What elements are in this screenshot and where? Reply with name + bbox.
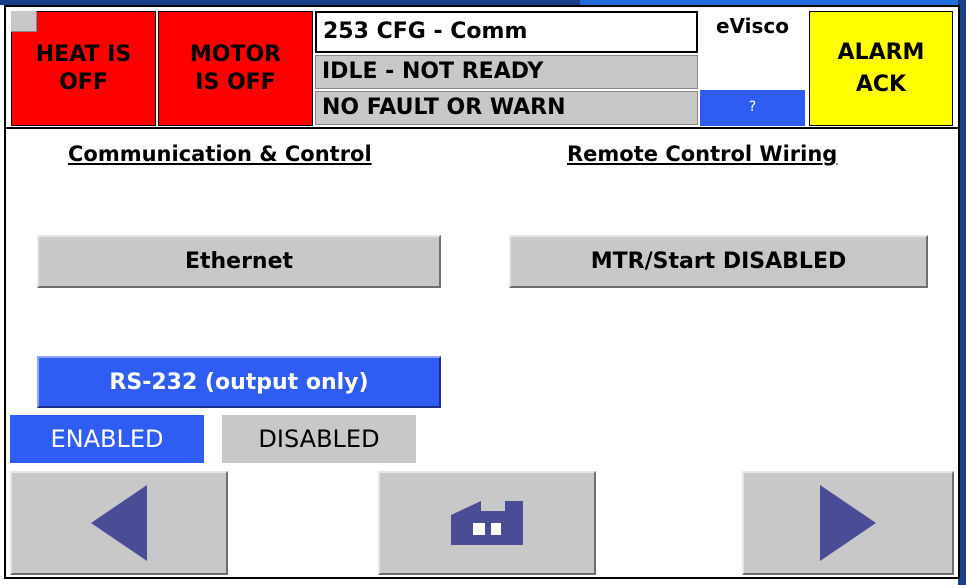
- alarm-ack-label: ALARM ACK: [837, 39, 925, 97]
- home-button[interactable]: [378, 471, 596, 575]
- disabled-toggle[interactable]: DISABLED: [222, 415, 416, 463]
- header-divider: [6, 127, 958, 129]
- remote-wiring-heading: Remote Control Wiring: [567, 142, 838, 166]
- disabled-label: DISABLED: [258, 425, 380, 453]
- rs232-label: RS-232 (output only): [109, 369, 369, 395]
- rs232-button[interactable]: RS-232 (output only): [37, 356, 441, 408]
- fault-status: NO FAULT OR WARN: [315, 91, 698, 125]
- ethernet-button[interactable]: Ethernet: [37, 235, 441, 288]
- motor-status-button[interactable]: MOTOR IS OFF: [158, 11, 313, 126]
- machine-state: IDLE - NOT READY: [315, 55, 698, 89]
- communication-heading: Communication & Control: [68, 142, 372, 166]
- motor-status-label: MOTOR IS OFF: [189, 41, 282, 95]
- previous-button[interactable]: [10, 471, 228, 575]
- motor-start-button[interactable]: MTR/Start DISABLED: [509, 235, 928, 288]
- help-button[interactable]: ?: [700, 90, 805, 126]
- corner-marker: [11, 11, 37, 32]
- ethernet-label: Ethernet: [184, 249, 294, 274]
- alarm-ack-button[interactable]: ALARM ACK: [809, 11, 953, 126]
- factory-icon: [451, 501, 523, 545]
- enabled-label: ENABLED: [50, 425, 164, 453]
- next-button[interactable]: [742, 471, 954, 575]
- heat-status-label: HEAT IS OFF: [35, 41, 132, 95]
- left-triangle-icon: [91, 485, 147, 561]
- enabled-toggle[interactable]: ENABLED: [10, 415, 204, 463]
- motor-start-label: MTR/Start DISABLED: [590, 249, 847, 274]
- right-triangle-icon: [820, 485, 876, 561]
- screen-title: 253 CFG - Comm: [315, 11, 698, 53]
- brand-label: eVisco: [700, 12, 805, 52]
